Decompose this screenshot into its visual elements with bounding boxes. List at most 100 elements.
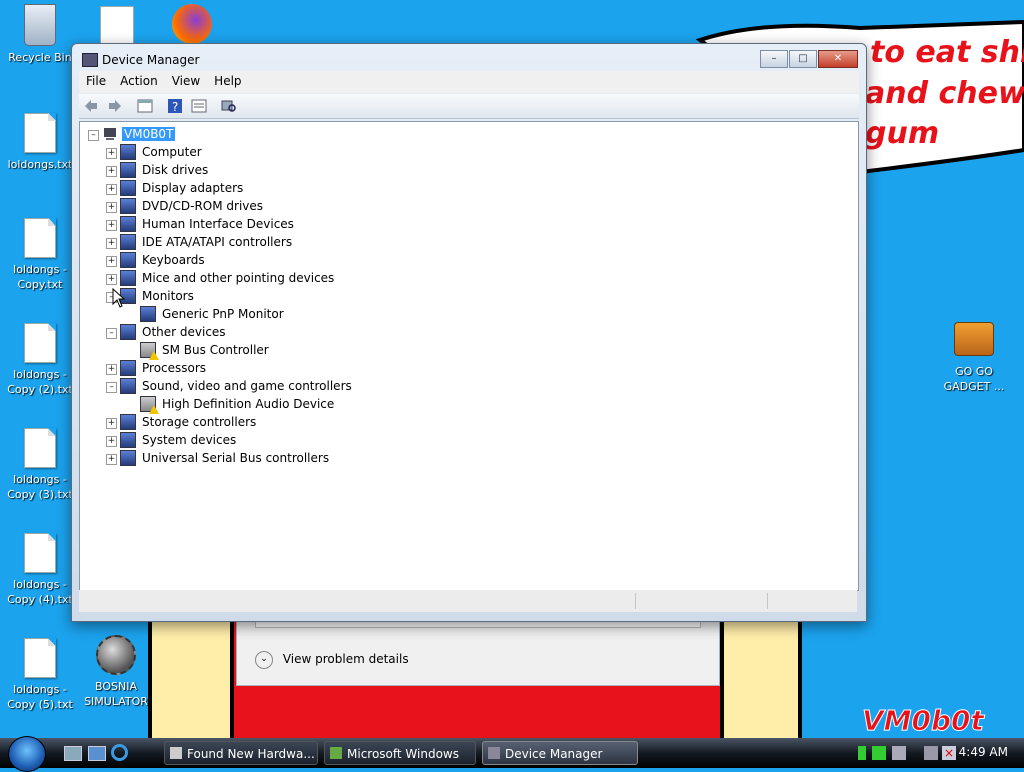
device-tree[interactable]: – VM0B0T + Computer + Disk drives + Display a… xyxy=(79,121,859,591)
taskbar-task-microsoft-windows[interactable]: Microsoft Windows xyxy=(324,741,476,765)
tree-category-item[interactable]: Mice and other pointing devices xyxy=(142,269,334,287)
tree-category-item[interactable]: Processors xyxy=(142,359,206,377)
menu-view[interactable]: View xyxy=(165,71,207,91)
show-desktop-icon[interactable] xyxy=(64,746,82,761)
file-desktop-icon[interactable]: loldongs - Copy.txt xyxy=(0,218,80,292)
safety-remove-icon[interactable] xyxy=(892,746,906,760)
tree-category-item[interactable]: Disk drives xyxy=(142,161,208,179)
desktop-icon-label: loldongs.txt xyxy=(7,158,73,171)
menu-action[interactable]: Action xyxy=(113,71,165,91)
expand-button[interactable]: + xyxy=(106,418,117,429)
device-manager-window[interactable]: Device Manager – □ ✕ File Action View Help … xyxy=(71,43,867,622)
tree-category-item[interactable]: Storage controllers xyxy=(142,413,256,431)
desktop-icon-label: loldongs - Copy (5).txt xyxy=(7,683,73,711)
toolbar: ? xyxy=(79,94,859,119)
wallpaper-text-line-2: and chew xyxy=(865,76,1024,111)
close-button[interactable]: ✕ xyxy=(818,50,858,68)
taskbar-task-found-new-hardware[interactable]: Found New Hardwa... xyxy=(164,741,318,765)
tree-category-item[interactable]: Display adapters xyxy=(142,179,243,197)
tree-category-item[interactable]: System devices xyxy=(142,431,236,449)
expand-button[interactable]: + xyxy=(106,454,117,465)
status-bar xyxy=(79,590,857,612)
device-category-icon xyxy=(120,414,136,430)
menu-file[interactable]: File xyxy=(79,71,113,91)
view-problem-details-label: View problem details xyxy=(282,652,409,666)
tree-category-item[interactable]: Keyboards xyxy=(142,251,205,269)
internet-explorer-icon[interactable] xyxy=(111,744,128,761)
recycle-bin-desktop-icon[interactable]: Recycle Bin xyxy=(0,4,80,65)
collapse-button[interactable]: – xyxy=(106,328,117,339)
expand-button[interactable]: + xyxy=(106,166,117,177)
taskbar-task-device-manager[interactable]: Device Manager xyxy=(482,741,638,765)
expand-button[interactable]: + xyxy=(106,238,117,249)
tree-category-item[interactable]: Other devices xyxy=(142,323,226,341)
file-desktop-icon[interactable]: loldongs.txt xyxy=(0,113,80,172)
desktop-icon-label: BOSNIA SIMULATOR xyxy=(84,680,148,708)
tree-category-item[interactable]: Universal Serial Bus controllers xyxy=(142,449,329,467)
maximize-button[interactable]: □ xyxy=(789,50,817,68)
forward-arrow-icon[interactable] xyxy=(107,98,123,114)
switch-windows-icon[interactable] xyxy=(88,746,106,761)
menu-help[interactable]: Help xyxy=(207,71,248,91)
firefox-icon[interactable] xyxy=(172,4,212,44)
expand-button[interactable]: + xyxy=(106,184,117,195)
network-disconnected-icon[interactable] xyxy=(924,746,938,760)
device-manager-icon xyxy=(488,747,500,759)
network-icon[interactable] xyxy=(872,746,886,760)
file-desktop-icon[interactable]: loldongs - Copy (5).txt xyxy=(0,638,80,712)
tree-root-item[interactable]: VM0B0T xyxy=(122,125,176,143)
expand-button[interactable]: + xyxy=(106,436,117,447)
tree-category-item[interactable]: DVD/CD-ROM drives xyxy=(142,197,263,215)
tree-device-item[interactable]: SM Bus Controller xyxy=(162,341,269,359)
tree-device-item[interactable]: High Definition Audio Device xyxy=(162,395,334,413)
view-problem-details-toggle[interactable]: ⌄ View problem details xyxy=(255,649,409,669)
text-file-icon xyxy=(24,638,56,678)
start-button[interactable] xyxy=(8,736,46,772)
device-category-icon xyxy=(120,252,136,268)
expand-button[interactable]: + xyxy=(106,274,117,285)
expand-button[interactable]: + xyxy=(106,202,117,213)
title-bar[interactable]: Device Manager – □ ✕ xyxy=(72,44,866,74)
device-category-icon xyxy=(120,180,136,196)
device-category-icon xyxy=(140,306,156,322)
text-file-icon xyxy=(24,428,56,468)
help-icon[interactable]: ? xyxy=(167,98,183,114)
device-category-icon xyxy=(120,270,136,286)
scan-hardware-icon[interactable] xyxy=(221,98,237,114)
expand-button[interactable]: + xyxy=(106,220,117,231)
collapse-root-button[interactable]: – xyxy=(88,130,99,141)
back-arrow-icon[interactable] xyxy=(83,98,99,114)
bosnia-simulator-desktop-icon[interactable]: BOSNIA SIMULATOR xyxy=(76,635,156,709)
collapse-button[interactable]: – xyxy=(106,382,117,393)
battery-icon[interactable] xyxy=(858,746,866,760)
device-category-icon xyxy=(120,162,136,178)
tree-category-item[interactable]: Computer xyxy=(142,143,202,161)
menu-bar: File Action View Help xyxy=(79,71,859,93)
text-file-icon[interactable] xyxy=(100,6,134,46)
desktop-icon-label: loldongs - Copy (4).txt xyxy=(7,578,73,606)
file-desktop-icon[interactable]: loldongs - Copy (2).txt xyxy=(0,323,80,397)
text-file-icon xyxy=(24,533,56,573)
properties-icon[interactable] xyxy=(191,98,207,114)
file-desktop-icon[interactable]: loldongs - Copy (3).txt xyxy=(0,428,80,502)
gadget-desktop-icon[interactable]: GO GO GADGET ... xyxy=(934,318,1014,394)
file-desktop-icon[interactable]: loldongs - Copy (4).txt xyxy=(0,533,80,607)
tree-category-item[interactable]: IDE ATA/ATAPI controllers xyxy=(142,233,292,251)
system-clock[interactable]: 4:49 AM xyxy=(959,745,1008,759)
tree-category-item[interactable]: Monitors xyxy=(142,287,194,305)
minimize-button[interactable]: – xyxy=(760,50,788,68)
tree-category-item[interactable]: Sound, video and game controllers xyxy=(142,377,352,395)
show-hide-console-tree-icon[interactable] xyxy=(137,98,153,114)
expand-button[interactable]: + xyxy=(106,256,117,267)
device-category-icon xyxy=(120,432,136,448)
expand-button[interactable]: + xyxy=(106,364,117,375)
expand-button[interactable]: + xyxy=(106,148,117,159)
device-category-icon xyxy=(120,144,136,160)
volume-muted-icon[interactable]: × xyxy=(942,746,956,760)
task-label: Device Manager xyxy=(505,747,603,761)
hardware-wizard-icon xyxy=(170,747,182,759)
tree-category-item[interactable]: Human Interface Devices xyxy=(142,215,294,233)
device-category-icon xyxy=(120,324,136,340)
tree-device-item[interactable]: Generic PnP Monitor xyxy=(162,305,284,323)
desktop-icon-label: GO GO GADGET ... xyxy=(943,365,1005,393)
